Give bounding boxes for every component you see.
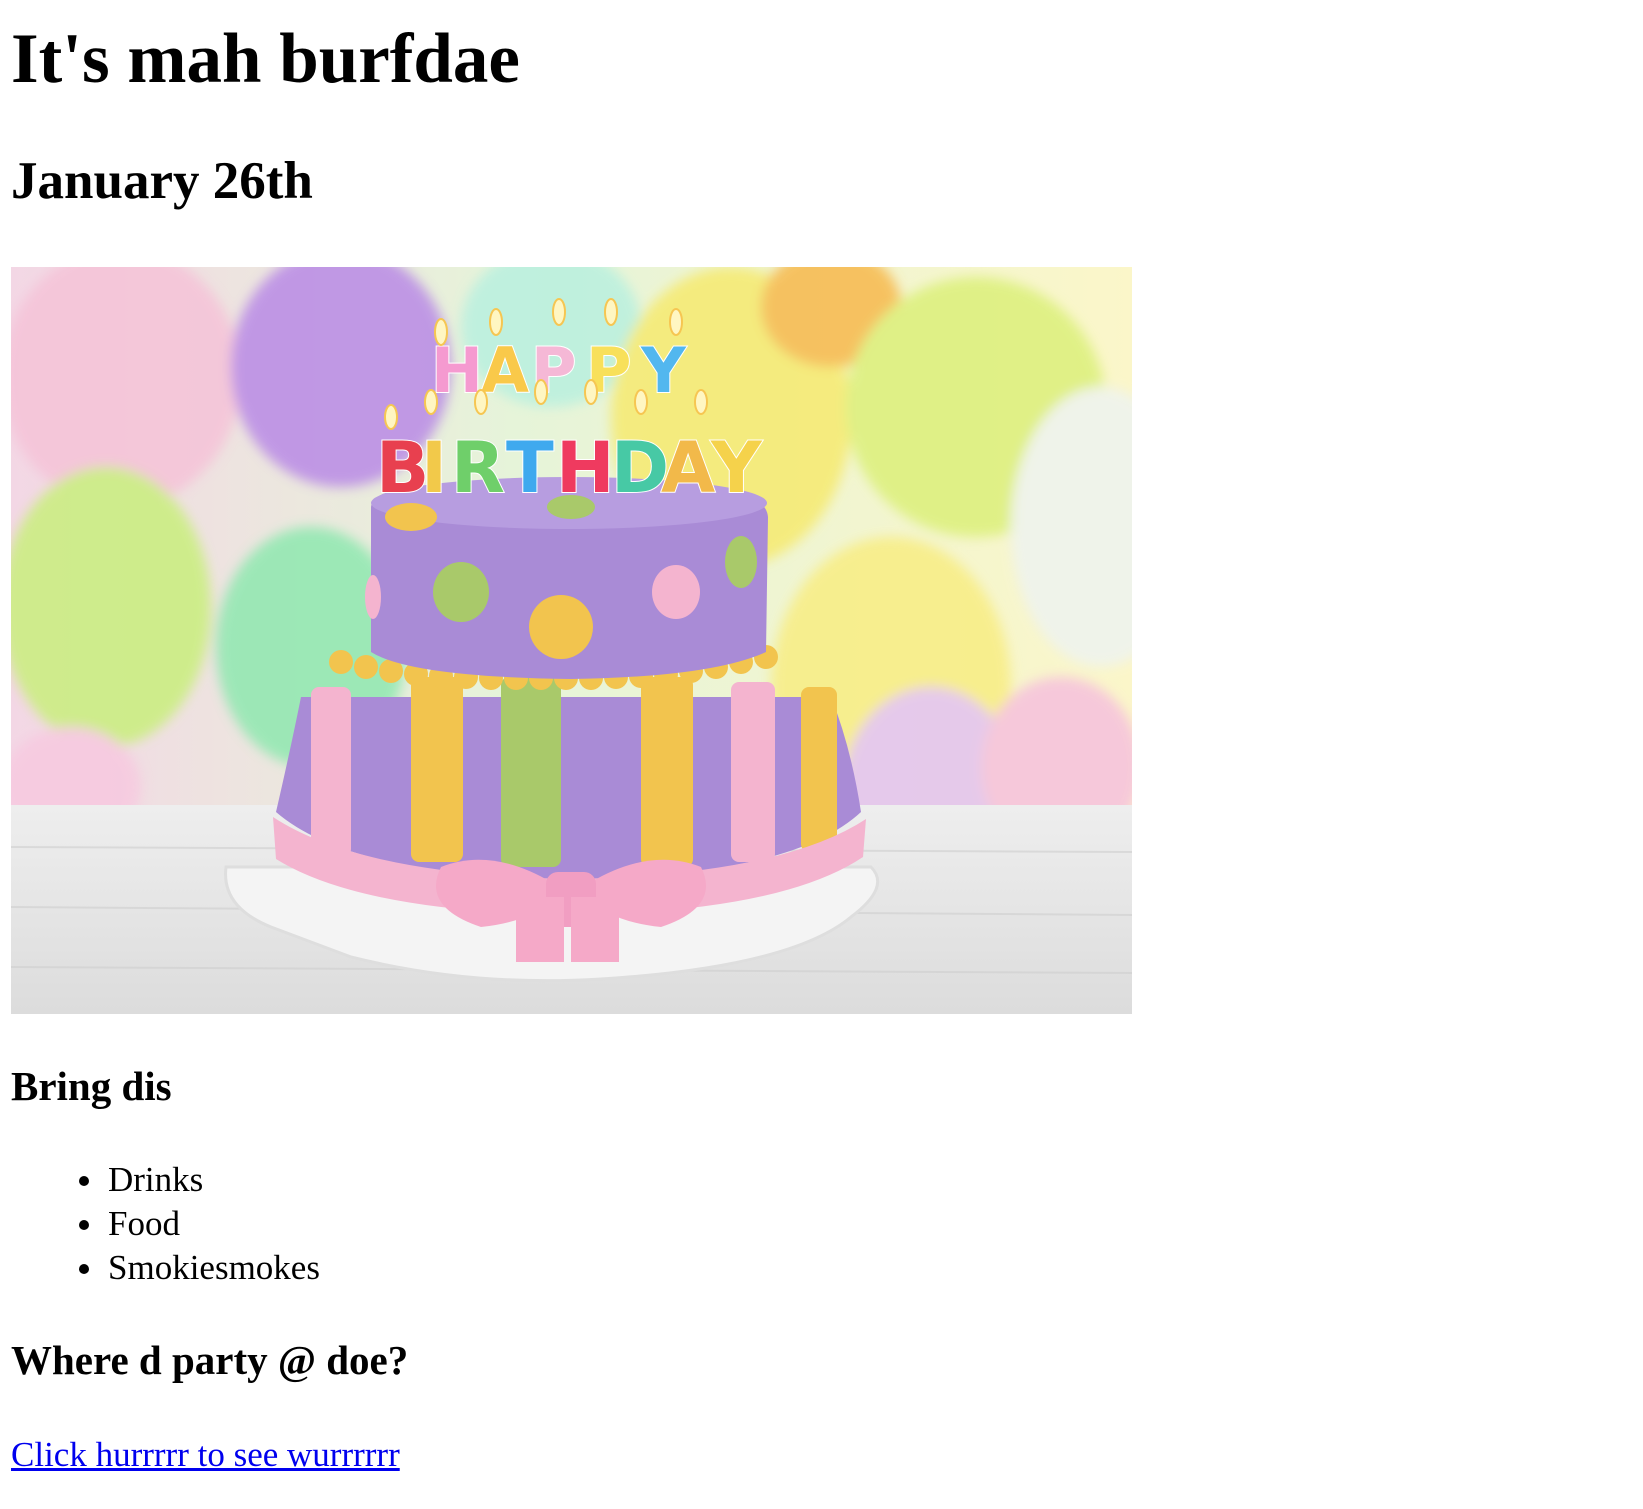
location-link[interactable]: Click hurrrrr to see wurrrrrr	[11, 1433, 400, 1477]
list-item-label: Food	[108, 1204, 180, 1243]
list-item-label: Drinks	[108, 1160, 204, 1199]
svg-text:A: A	[661, 427, 715, 509]
party-date: January 26th	[11, 152, 313, 210]
birthday-cake-image: H A P P Y B I R T H D A Y	[11, 267, 1132, 1014]
where-heading: Where d party @ doe?	[11, 1337, 409, 1383]
svg-text:T: T	[506, 427, 554, 509]
svg-text:R: R	[451, 427, 505, 509]
bullet-icon	[79, 1220, 89, 1230]
svg-text:I: I	[421, 427, 447, 509]
svg-text:Y: Y	[710, 427, 763, 509]
bring-list: Drinks Food Smokiesmokes	[11, 1158, 320, 1290]
svg-text:H: H	[556, 427, 615, 509]
bullet-icon	[79, 1264, 89, 1274]
bullet-icon	[79, 1176, 89, 1186]
list-item-label: Smokiesmokes	[108, 1248, 320, 1287]
bring-heading: Bring dis	[11, 1063, 172, 1109]
list-item: Food	[11, 1202, 320, 1246]
list-item: Drinks	[11, 1158, 320, 1202]
page-title: It's mah burfdae	[11, 20, 520, 98]
list-item: Smokiesmokes	[11, 1246, 320, 1290]
svg-text:A: A	[481, 334, 529, 407]
